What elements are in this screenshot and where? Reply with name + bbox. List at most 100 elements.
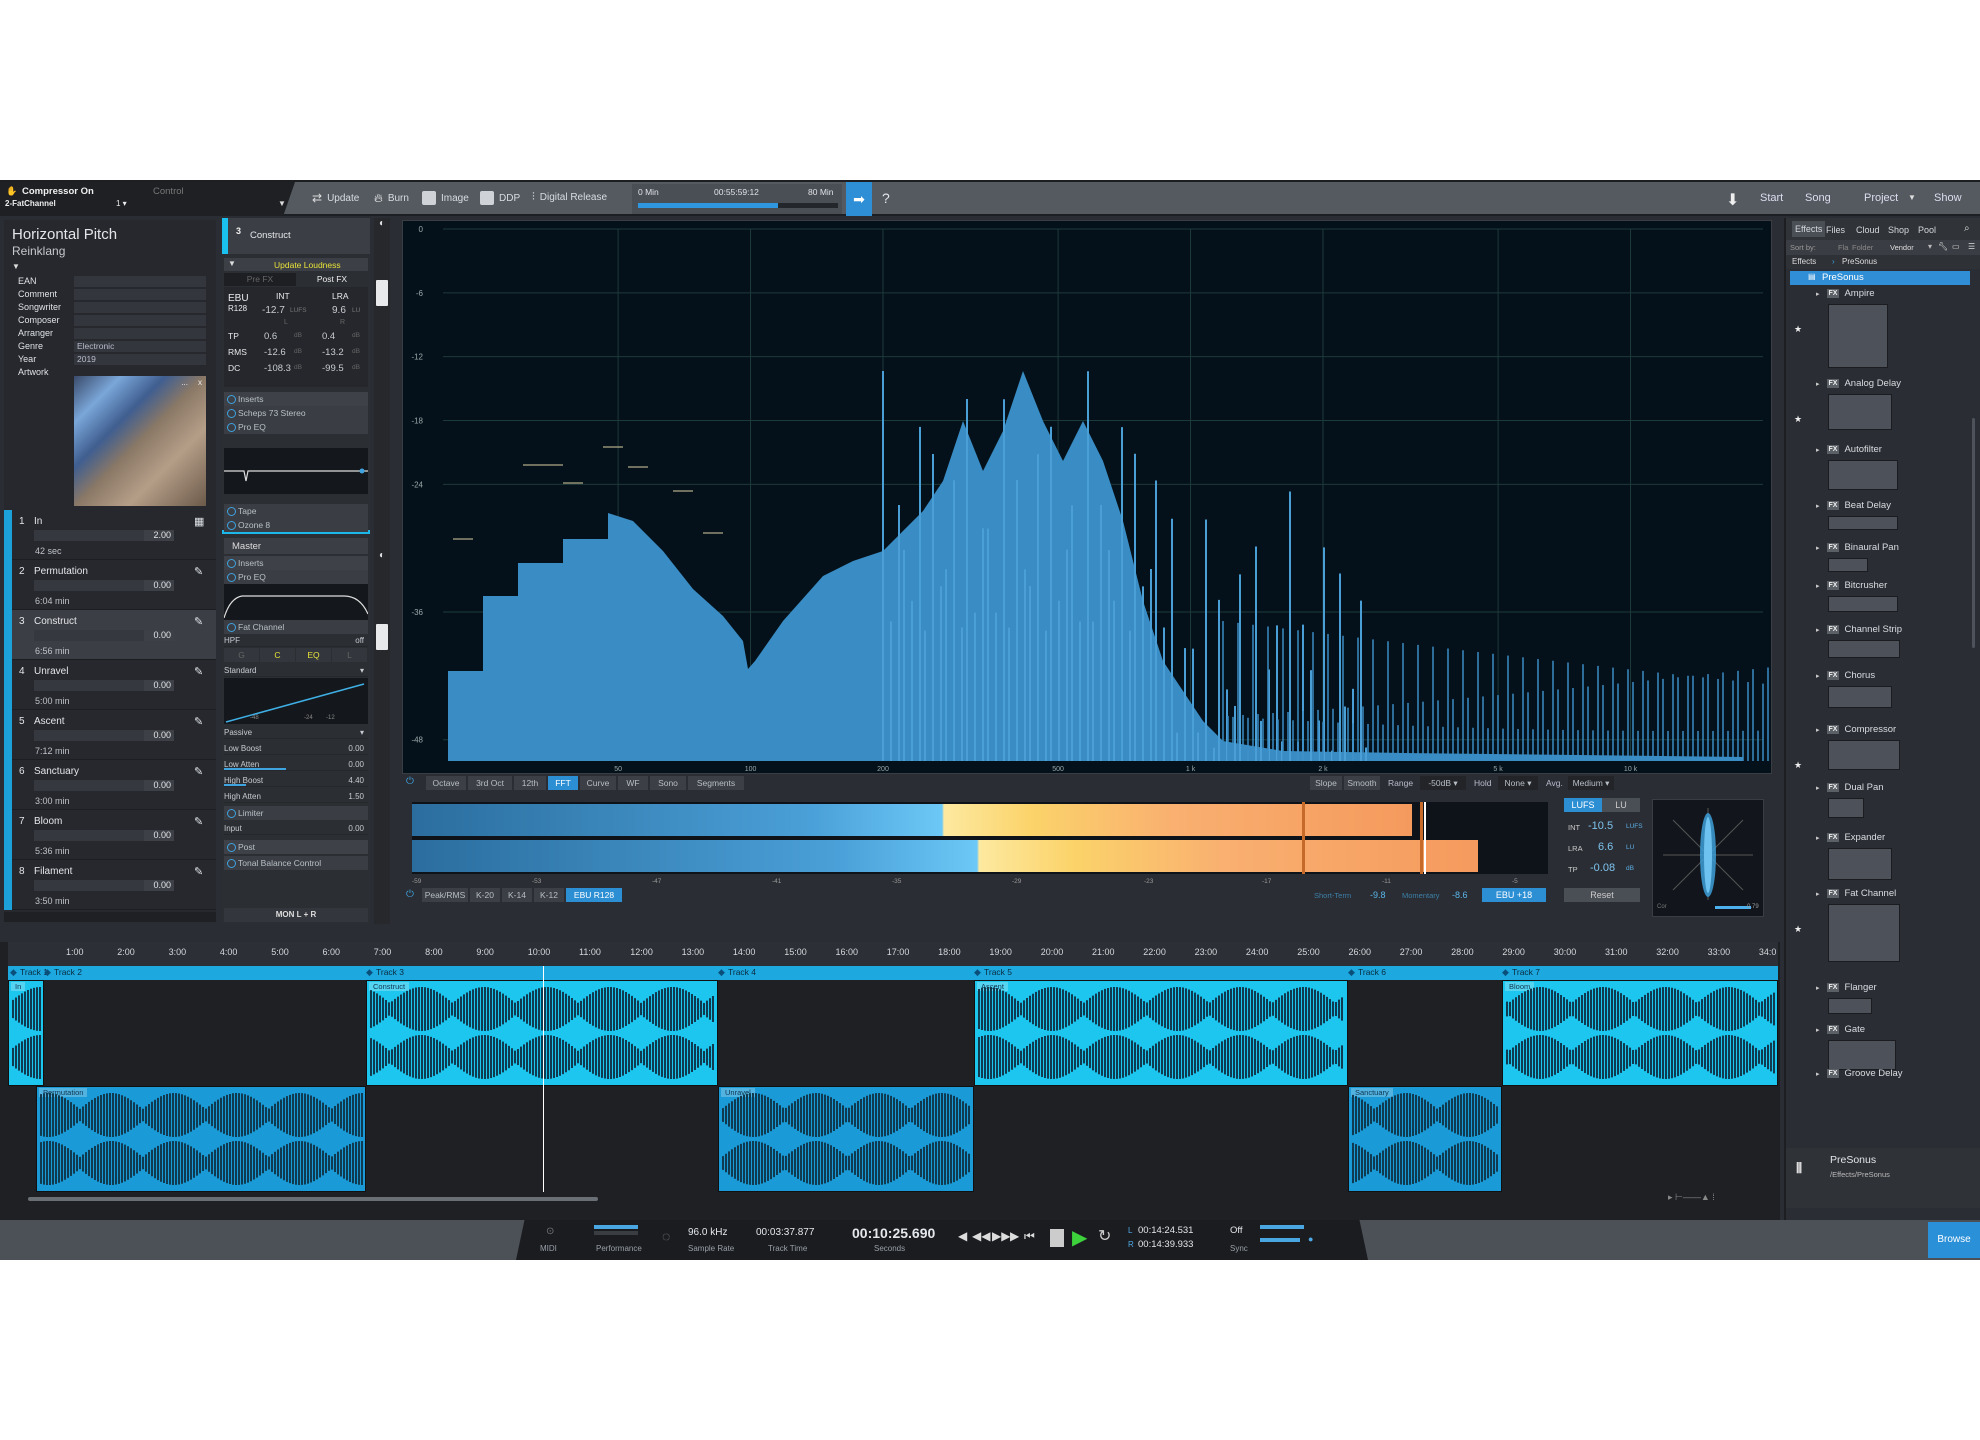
marker-diamond-icon[interactable]: ◆: [44, 967, 51, 978]
insert-slot[interactable]: Pro EQ: [224, 420, 368, 434]
insert-slot[interactable]: Tape: [224, 504, 368, 518]
breadcrumb-presonus[interactable]: PreSonus: [1842, 257, 1877, 266]
insert-slot[interactable]: Ozone 8: [224, 518, 368, 532]
track-list-item[interactable]: 4 Unravel 0.00 5:00 min ✎: [4, 660, 216, 710]
edit-song-icon[interactable]: ✎: [194, 715, 206, 728]
track-gain[interactable]: 0.00: [144, 680, 174, 691]
track-name[interactable]: Filament: [34, 866, 72, 877]
browser-item[interactable]: FX Flanger: [1816, 982, 1877, 993]
scroll-thumb[interactable]: [28, 1197, 598, 1201]
control-page[interactable]: 1 ▾: [116, 199, 127, 208]
track-list-item[interactable]: 3 Construct 0.00 6:56 min ✎: [4, 610, 216, 660]
smooth-button[interactable]: Smooth: [1344, 776, 1380, 790]
audio-clip[interactable]: Permutation: [36, 1086, 366, 1192]
browser-tab-files[interactable]: Files: [1826, 225, 1845, 235]
loop-button[interactable]: ↻: [1098, 1226, 1111, 1246]
master-insert-slot[interactable]: Pro EQ: [224, 570, 368, 584]
plugin-thumbnail[interactable]: [1828, 460, 1898, 490]
nudge-forward-button[interactable]: ▶: [1010, 1229, 1019, 1243]
audio-clip[interactable]: Construct: [366, 980, 718, 1086]
favorite-star-icon[interactable]: ★: [1794, 760, 1802, 771]
track-list-item[interactable]: 7 Bloom 0.00 5:36 min ✎: [4, 810, 216, 860]
plugin-thumbnail[interactable]: [1828, 740, 1900, 770]
fat-channel-tab[interactable]: G: [224, 648, 259, 662]
high-boost-slider[interactable]: [224, 768, 286, 770]
plugin-thumbnail[interactable]: [1828, 848, 1892, 880]
track-name[interactable]: In: [34, 516, 42, 527]
help-button[interactable]: ?: [882, 190, 890, 206]
update-loudness-button[interactable]: ▼ Update Loudness: [224, 258, 368, 271]
marker-diamond-icon[interactable]: ◆: [974, 967, 981, 978]
sync-value[interactable]: Off: [1230, 1225, 1243, 1236]
pro-eq-graph[interactable]: [224, 448, 368, 494]
breadcrumb-effects[interactable]: Effects: [1792, 257, 1816, 266]
browser-item[interactable]: FX Fat Channel: [1816, 888, 1896, 899]
audio-clip[interactable]: Unravel: [718, 1086, 974, 1192]
browser-item[interactable]: FX Binaural Pan: [1816, 542, 1899, 553]
digital-release-button[interactable]: ⫶ Digital Release: [532, 191, 607, 204]
artwork-image[interactable]: ... x: [74, 376, 206, 506]
browser-item[interactable]: FX Analog Delay: [1816, 378, 1901, 389]
meta-field-genre[interactable]: Electronic: [74, 341, 206, 352]
track-list-item[interactable]: 1 In 2.00 42 sec ▦: [4, 510, 216, 560]
track-gain[interactable]: 0.00: [144, 780, 174, 791]
audio-clip[interactable]: In: [8, 980, 44, 1086]
sort-flat[interactable]: Fla: [1838, 243, 1848, 252]
artwork-remove-button[interactable]: x: [198, 378, 202, 387]
master-insert-slot[interactable]: Limiter: [224, 806, 368, 820]
chevron-down-icon[interactable]: ▼: [1908, 193, 1916, 202]
post-fx-tab[interactable]: Post FX: [296, 273, 368, 286]
browser-tab-pool[interactable]: Pool: [1918, 225, 1936, 235]
expand-triangle-icon[interactable]: ▼: [12, 262, 20, 271]
song-artist[interactable]: Reinklang: [12, 244, 65, 258]
spectrum-mode-3rd-oct[interactable]: 3rd Oct: [468, 776, 512, 790]
plugin-thumbnail[interactable]: [1828, 798, 1864, 818]
track-name[interactable]: Permutation: [34, 566, 88, 577]
plugin-thumbnail[interactable]: [1828, 516, 1898, 530]
marker-diamond-icon[interactable]: ◆: [366, 967, 373, 978]
reset-button[interactable]: Reset: [1564, 888, 1640, 902]
plugin-thumbnail[interactable]: [1828, 686, 1892, 708]
track-list-item[interactable]: 2 Permutation 0.00 6:04 min ✎: [4, 560, 216, 610]
sort-vendor[interactable]: Vendor: [1890, 243, 1914, 252]
browser-tab-effects[interactable]: Effects: [1792, 221, 1826, 237]
artwork-more-button[interactable]: ...: [181, 378, 188, 387]
meta-field-ean[interactable]: [74, 276, 206, 287]
edit-song-icon[interactable]: ✎: [194, 865, 206, 878]
plugin-thumbnail[interactable]: [1828, 394, 1892, 430]
meta-field-composer[interactable]: [74, 315, 206, 326]
edit-song-icon[interactable]: ✎: [194, 765, 206, 778]
download-arrow-icon[interactable]: ⬇: [1726, 190, 1739, 210]
eq-mode-select[interactable]: Passive ▾: [224, 726, 368, 739]
marker-diamond-icon[interactable]: ◆: [718, 967, 725, 978]
browser-item[interactable]: FX Autofilter: [1816, 444, 1882, 455]
knob-icon[interactable]: ◐: [379, 218, 385, 229]
wrench-icon[interactable]: 🔧︎: [1938, 242, 1948, 251]
spectrum-mode-sono[interactable]: Sono: [650, 776, 686, 790]
meter-mode-k-14[interactable]: K-14: [502, 888, 532, 902]
browser-item[interactable]: FX Dual Pan: [1816, 782, 1884, 793]
nudge-back-button[interactable]: ◀: [958, 1229, 967, 1243]
zoom-slider[interactable]: ▸ ⊢——▲ ⁞: [1668, 1192, 1715, 1203]
browser-item[interactable]: FX Expander: [1816, 832, 1885, 843]
audio-clip[interactable]: Sanctuary: [1348, 1086, 1502, 1192]
plugin-thumbnail[interactable]: [1828, 1040, 1896, 1070]
inserts-header[interactable]: Inserts: [224, 392, 368, 406]
slope-button[interactable]: Slope: [1310, 776, 1342, 790]
meta-field-comment[interactable]: [74, 289, 206, 300]
avg-select[interactable]: Medium ▾: [1568, 776, 1614, 790]
track-name[interactable]: Sanctuary: [34, 766, 79, 777]
meter-mode-ebu-r128[interactable]: EBU R128: [566, 888, 622, 902]
edit-song-icon[interactable]: ✎: [194, 615, 206, 628]
meter-mode-k-12[interactable]: K-12: [534, 888, 564, 902]
sort-folder[interactable]: Folder: [1852, 243, 1873, 252]
loop-start[interactable]: 00:14:24.531: [1138, 1225, 1193, 1236]
master-eq-graph[interactable]: [223, 584, 369, 620]
search-icon[interactable]: ⌕: [1964, 223, 1970, 234]
spectrum-mode-curve[interactable]: Curve: [580, 776, 616, 790]
track-marker[interactable]: Track 7: [1512, 967, 1540, 977]
song-title[interactable]: Horizontal Pitch: [12, 226, 117, 243]
plugin-thumbnail[interactable]: [1828, 558, 1868, 572]
track-fader[interactable]: ◐: [374, 218, 390, 548]
post-insert-slot[interactable]: Tonal Balance Control: [224, 856, 368, 870]
